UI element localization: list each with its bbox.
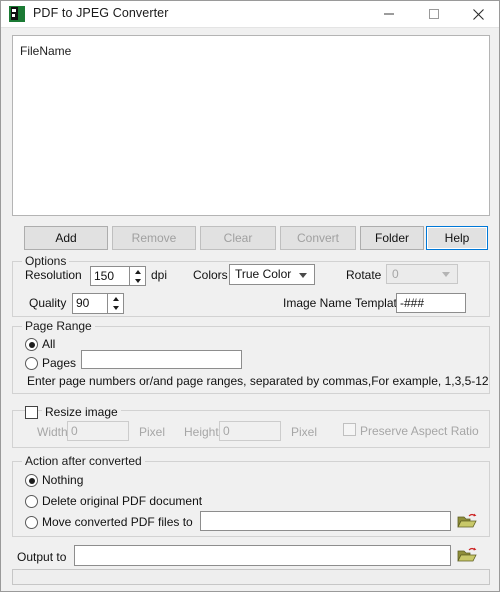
open-folder-icon: [457, 513, 477, 532]
convert-button[interactable]: Convert: [280, 226, 356, 250]
radio-page-range-pages[interactable]: [25, 357, 38, 370]
minimize-button[interactable]: [366, 1, 411, 27]
folder-button[interactable]: Folder: [360, 226, 424, 250]
rotate-select[interactable]: 0: [386, 264, 458, 284]
preserve-aspect-ratio-checkbox[interactable]: [343, 423, 356, 436]
quality-spin-arrows[interactable]: [107, 293, 124, 314]
resolution-label: Resolution: [25, 268, 82, 282]
remove-button[interactable]: Remove: [112, 226, 196, 250]
rotate-label: Rotate: [346, 268, 382, 282]
page-range-legend: Page Range: [22, 319, 95, 333]
options-legend: Options: [22, 254, 70, 268]
quality-value[interactable]: 90: [72, 293, 107, 314]
page-range-pages-label: Pages: [42, 356, 77, 370]
status-progress-bar: [12, 569, 490, 585]
action-delete-original-label: Delete original PDF document: [42, 494, 203, 508]
move-destination-browse-button[interactable]: [456, 511, 478, 531]
page-range-hint: Enter page numbers or/and page ranges, s…: [27, 374, 489, 388]
preserve-aspect-ratio-label: Preserve Aspect Ratio: [360, 424, 479, 438]
height-unit-label: Pixel: [291, 425, 318, 439]
page-range-all-label: All: [42, 337, 56, 351]
titlebar: PDF to JPEG Converter: [1, 1, 499, 28]
resolution-spin-arrows[interactable]: [129, 266, 146, 286]
close-icon: [456, 8, 499, 21]
close-button[interactable]: [456, 1, 499, 27]
app-icon: [9, 6, 25, 22]
quality-label: Quality: [29, 296, 67, 310]
file-list-column-filename: FileName: [20, 44, 72, 58]
maximize-button[interactable]: [411, 1, 456, 27]
minimize-icon: [366, 8, 411, 20]
maximize-icon: [411, 8, 456, 20]
colors-value: True Color: [235, 267, 292, 281]
pages-input[interactable]: [81, 350, 242, 369]
output-browse-button[interactable]: [456, 545, 478, 565]
button-row: Add Remove Clear Convert Folder Help: [12, 226, 490, 250]
resolution-stepper[interactable]: 150: [90, 266, 146, 286]
height-input[interactable]: [219, 421, 281, 441]
height-label: Height: [184, 425, 219, 439]
open-folder-icon: [457, 547, 477, 566]
rotate-value: 0: [392, 267, 399, 281]
help-button[interactable]: Help: [426, 226, 488, 250]
action-after-converted-legend: Action after converted: [22, 454, 145, 468]
move-destination-input[interactable]: [200, 511, 451, 531]
chevron-down-icon: [299, 272, 307, 278]
resize-image-label: Resize image: [42, 405, 121, 419]
quality-stepper[interactable]: 90: [72, 293, 124, 314]
resolution-value[interactable]: 150: [90, 266, 129, 286]
output-to-input[interactable]: [74, 545, 451, 566]
image-name-template-label: Image Name Template: [283, 296, 404, 310]
radio-action-move-converted[interactable]: [25, 516, 38, 529]
add-button[interactable]: Add: [24, 226, 108, 250]
chevron-down-icon: [442, 272, 450, 277]
width-unit-label: Pixel: [139, 425, 166, 439]
file-list[interactable]: FileName: [12, 35, 490, 216]
window-title: PDF to JPEG Converter: [33, 6, 169, 20]
colors-label: Colors: [193, 268, 228, 282]
radio-action-delete-original[interactable]: [25, 495, 38, 508]
clear-button[interactable]: Clear: [200, 226, 276, 250]
action-move-converted-label: Move converted PDF files to: [42, 515, 193, 529]
width-label: Width: [37, 425, 68, 439]
width-input[interactable]: [67, 421, 129, 441]
image-name-template-input[interactable]: [396, 293, 466, 313]
output-to-label: Output to: [17, 550, 67, 564]
radio-page-range-all[interactable]: [25, 338, 38, 351]
radio-action-nothing[interactable]: [25, 474, 38, 487]
resize-image-checkbox[interactable]: [25, 406, 38, 419]
action-nothing-label: Nothing: [42, 473, 84, 487]
dpi-label: dpi: [151, 268, 168, 282]
colors-select[interactable]: True Color: [229, 264, 315, 285]
app-window: PDF to JPEG Converter FileName Add Remov…: [0, 0, 500, 592]
